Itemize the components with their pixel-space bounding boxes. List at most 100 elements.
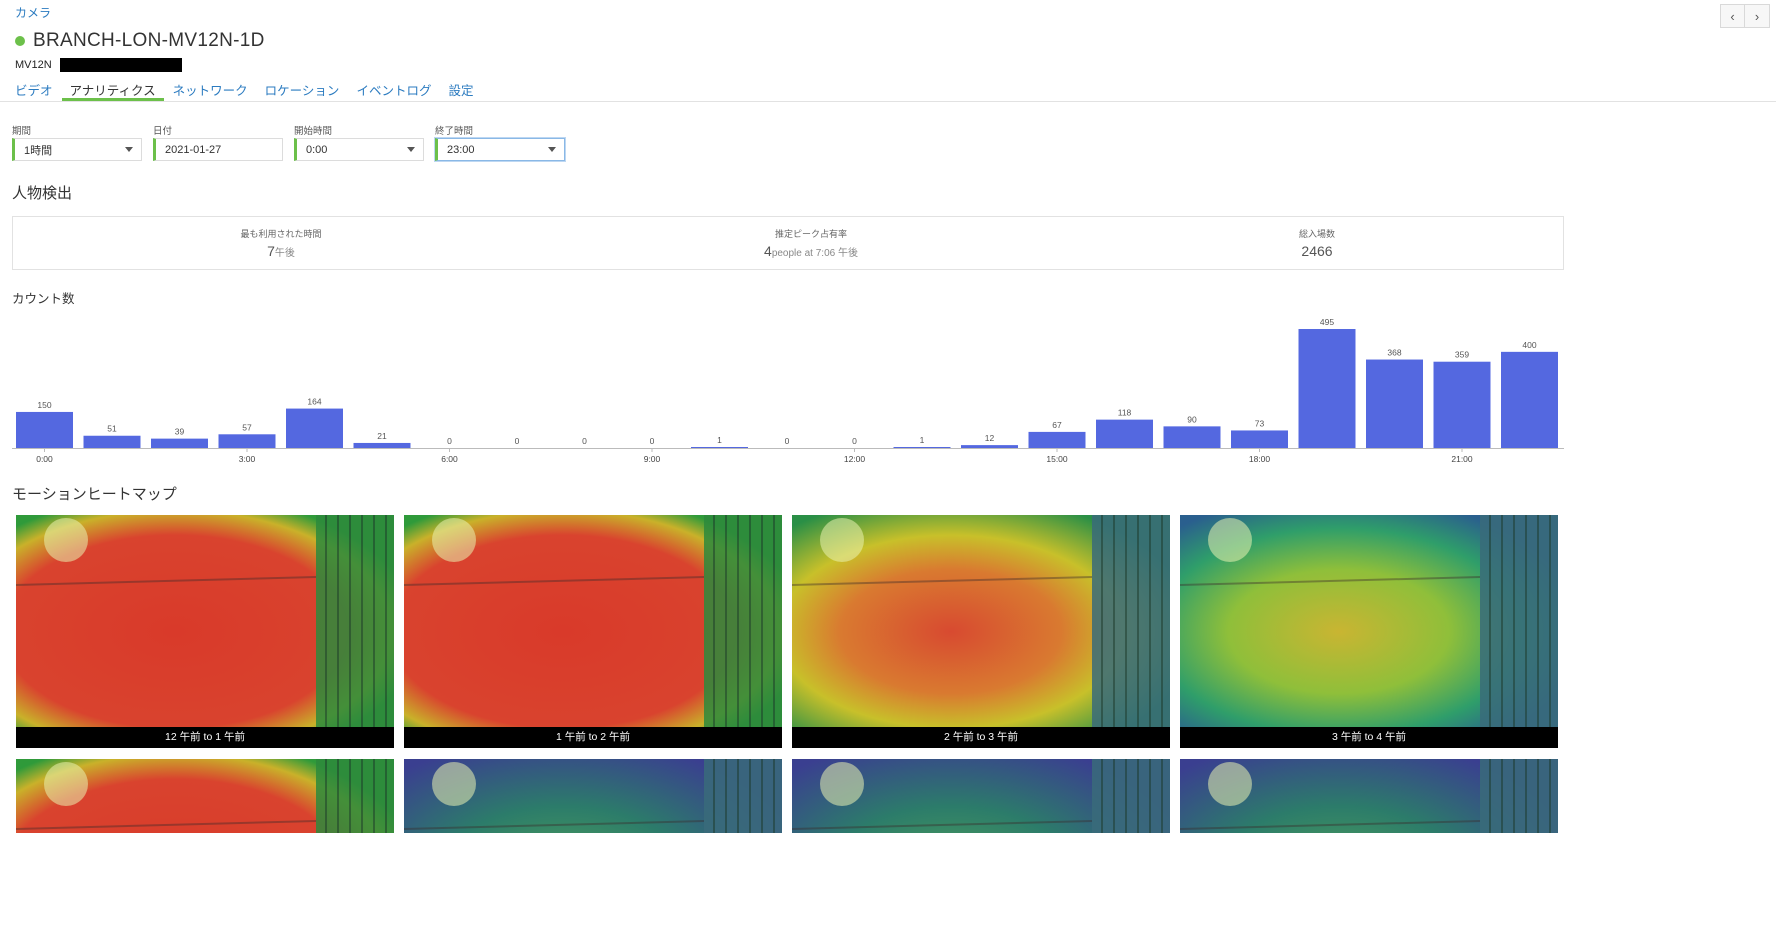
start-time-filter: 開始時間 0:00 <box>294 123 424 161</box>
caret-down-icon <box>548 147 556 152</box>
chart-bar[interactable] <box>151 438 208 448</box>
device-model-row: MV12N <box>15 58 182 72</box>
chart-bar[interactable] <box>1433 361 1491 448</box>
motion-heatmap-title: モーションヒートマップ <box>12 486 177 503</box>
heatmap-image <box>1180 515 1558 727</box>
bar-data-label: 164 <box>307 397 321 407</box>
bar-data-label: 359 <box>1455 350 1469 360</box>
end-time-value: 23:00 <box>447 143 475 156</box>
heatmap-thumbnail[interactable] <box>404 759 782 833</box>
end-time-label: 終了時間 <box>435 126 474 137</box>
heatmap-thumbnail[interactable] <box>1180 759 1558 833</box>
period-select[interactable]: 1時間 <box>12 138 142 161</box>
chart-bar[interactable] <box>1366 359 1423 448</box>
chart-bar[interactable] <box>1096 419 1153 448</box>
period-filter: 期間 1時間 <box>12 123 142 161</box>
bar-data-label: 118 <box>1118 408 1132 418</box>
bar-data-label: 21 <box>377 431 387 441</box>
chart-bar[interactable] <box>961 445 1018 448</box>
chart-bar[interactable] <box>1501 351 1558 448</box>
heatmap-thumbnail[interactable] <box>16 759 394 833</box>
caret-down-icon <box>125 147 133 152</box>
x-tick-label: 21:00 <box>1451 454 1473 464</box>
next-device-button[interactable]: › <box>1745 4 1770 28</box>
chart-bar[interactable] <box>218 434 276 448</box>
chart-bar[interactable] <box>16 411 73 448</box>
stat-total-entrances: 総入場数 2466 <box>1167 227 1467 259</box>
heatmap-caption: 3 午前 to 4 午前 <box>1180 727 1558 748</box>
redacted-serial <box>59 58 182 72</box>
heatmap-thumbnail[interactable]: 2 午前 to 3 午前 <box>792 515 1170 748</box>
date-input[interactable]: 2021-01-27 <box>153 138 283 161</box>
chart-bar[interactable] <box>893 447 951 448</box>
device-header: BRANCH-LON-MV12N-1D <box>15 30 265 52</box>
chart-bar[interactable] <box>691 447 748 448</box>
x-tick-label: 12:00 <box>844 454 866 464</box>
heatmap-thumbnail[interactable]: 3 午前 to 4 午前 <box>1180 515 1558 748</box>
bar-data-label: 0 <box>515 436 520 446</box>
tab-divider <box>0 101 1776 102</box>
breadcrumb-cameras[interactable]: カメラ <box>15 4 51 21</box>
tab-location[interactable]: ロケーション <box>265 78 340 101</box>
chart-bar[interactable] <box>83 435 141 448</box>
stat-peak-occupancy: 推定ピーク占有率 4people at 7:06 午後 <box>661 227 961 259</box>
heatmap-thumbnail[interactable]: 12 午前 to 1 午前 <box>16 515 394 748</box>
bar-data-label: 51 <box>107 424 117 434</box>
heatmap-caption: 12 午前 to 1 午前 <box>16 727 394 748</box>
x-tick-label: 3:00 <box>239 454 256 464</box>
bar-data-label: 90 <box>1187 414 1197 424</box>
tab-video[interactable]: ビデオ <box>15 78 53 101</box>
caret-down-icon <box>407 147 415 152</box>
previous-device-button[interactable]: ‹ <box>1720 4 1745 28</box>
bar-data-label: 0 <box>650 436 655 446</box>
chevron-right-icon: › <box>1754 8 1760 24</box>
bar-data-label: 0 <box>852 436 857 446</box>
x-tick-label: 6:00 <box>441 454 458 464</box>
heatmap-image <box>1180 759 1558 833</box>
device-model: MV12N <box>15 59 52 71</box>
bar-data-label: 1 <box>717 435 722 445</box>
chevron-left-icon: ‹ <box>1730 8 1735 24</box>
tab-bar: ビデオ アナリティクス ネットワーク ロケーション イベントログ 設定 <box>15 78 490 101</box>
heatmap-caption: 1 午前 to 2 午前 <box>404 727 782 748</box>
start-time-select[interactable]: 0:00 <box>294 138 424 161</box>
bar-data-label: 67 <box>1052 420 1062 430</box>
x-tick-label: 18:00 <box>1249 454 1271 464</box>
bar-data-label: 150 <box>37 400 51 410</box>
period-label: 期間 <box>12 126 32 137</box>
count-bar-chart: 150 51 39 57 164 21 0 0 0 0 1 0 0 1 12 67 118 90 73 495 368 3… <box>12 317 1564 464</box>
heatmap-image <box>792 515 1170 727</box>
stat-value: 4people at 7:06 午後 <box>764 243 858 259</box>
heatmap-thumbnail[interactable]: 1 午前 to 2 午前 <box>404 515 782 748</box>
start-time-label: 開始時間 <box>294 126 333 137</box>
tab-event-log[interactable]: イベントログ <box>356 78 431 101</box>
bar-data-label: 39 <box>175 427 185 437</box>
bar-data-label: 0 <box>582 436 587 446</box>
bar-data-label: 57 <box>242 422 252 432</box>
heatmap-thumbnail[interactable] <box>792 759 1170 833</box>
chart-bar[interactable] <box>286 408 343 448</box>
x-tick-label: 9:00 <box>644 454 661 464</box>
stat-most-used: 最も利用された時間 7午後 <box>131 227 431 259</box>
bar-data-label: 400 <box>1522 340 1536 350</box>
bar-data-label: 1 <box>920 435 925 445</box>
chart-bar[interactable] <box>1298 329 1356 448</box>
chart-bar[interactable] <box>1163 426 1221 448</box>
end-time-select[interactable]: 23:00 <box>435 138 565 161</box>
chart-bar[interactable] <box>1231 430 1288 448</box>
chart-bar[interactable] <box>353 442 411 448</box>
online-status-icon <box>15 36 25 46</box>
tab-analytics[interactable]: アナリティクス <box>61 78 164 101</box>
stats-panel: 最も利用された時間 7午後 推定ピーク占有率 4people at 7:06 午… <box>12 216 1564 270</box>
tab-settings[interactable]: 設定 <box>448 78 473 101</box>
tab-network[interactable]: ネットワーク <box>173 78 248 101</box>
heatmap-image <box>16 515 394 727</box>
device-nav: ‹ › <box>1720 4 1770 28</box>
bar-data-label: 0 <box>447 436 452 446</box>
bar-data-label: 12 <box>985 433 995 443</box>
date-value: 2021-01-27 <box>165 143 222 156</box>
heatmap-image <box>792 759 1170 833</box>
stat-value: 7午後 <box>267 243 295 259</box>
chart-bar[interactable] <box>1028 431 1086 448</box>
end-time-filter: 終了時間 23:00 <box>435 123 565 161</box>
